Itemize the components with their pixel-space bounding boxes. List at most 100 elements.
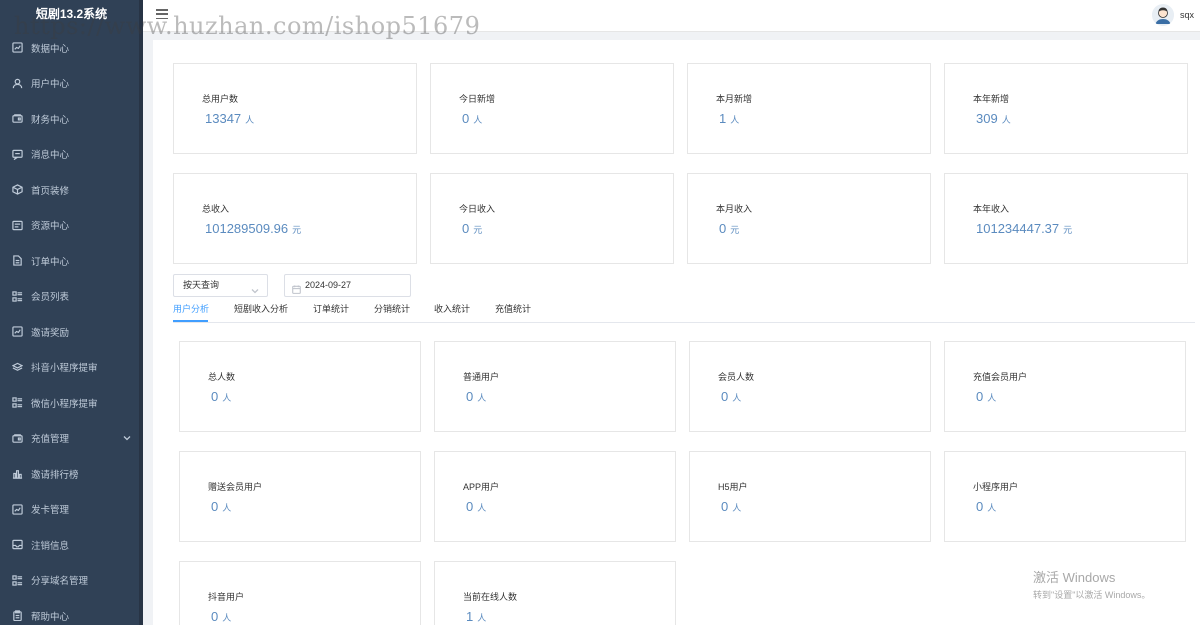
stat-label: 总人数 — [208, 372, 236, 382]
stat-card-total-income: 总收入 101289509.96 元 — [173, 173, 417, 264]
sidebar-item-share-domain[interactable]: 分享域名管理 — [0, 563, 143, 599]
list-icon — [12, 291, 23, 302]
stat-value: 0人 — [721, 389, 742, 404]
stat-card-app-users: APP用户 0人 — [434, 451, 676, 542]
sidebar-item-label: 首页装修 — [31, 185, 70, 197]
chart-icon — [12, 326, 23, 337]
sidebar-item-messages[interactable]: 消息中心 — [0, 137, 143, 173]
watermark: https://www.huzhan.com/ishop51679 — [14, 12, 481, 40]
stat-card-h5-users: H5用户 0人 — [689, 451, 931, 542]
sidebar-item-recharge[interactable]: 充值管理 — [0, 421, 143, 457]
stat-label: 会员人数 — [718, 372, 755, 382]
sidebar-item-label: 分享域名管理 — [31, 576, 89, 588]
stat-label: 总收入 — [202, 204, 230, 214]
stat-label: H5用户 — [718, 482, 748, 492]
sidebar-item-label: 注销信息 — [31, 540, 70, 552]
list-icon — [12, 575, 23, 586]
bar-chart-icon — [12, 468, 23, 479]
tab-user-analysis[interactable]: 用户分析 — [173, 302, 209, 322]
sidebar-item-label: 订单中心 — [31, 256, 70, 268]
sidebar-item-user-center[interactable]: 用户中心 — [0, 66, 143, 102]
stat-label: 当前在线人数 — [463, 592, 518, 602]
stat-label: 普通用户 — [463, 372, 500, 382]
stat-value: 101289509.96 元 — [205, 221, 302, 236]
wallet-icon — [12, 113, 23, 124]
stat-label: 本月收入 — [716, 204, 753, 214]
date-value: 2024-09-27 — [305, 280, 352, 290]
stat-card-total-users: 总用户数 13347 人 — [173, 63, 417, 154]
inbox-icon — [12, 539, 23, 550]
sidebar-item-label: 抖音小程序提审 — [31, 363, 98, 375]
stat-card-douyin-users: 抖音用户 0人 — [179, 561, 421, 625]
stat-value: 0人 — [976, 499, 997, 514]
stat-label: 本年新增 — [973, 94, 1010, 104]
tab-recharge-stats[interactable]: 充值统计 — [495, 302, 531, 322]
date-picker[interactable]: 2024-09-27 — [284, 274, 411, 297]
query-type-value: 按天查询 — [183, 280, 220, 290]
stat-label: APP用户 — [463, 482, 500, 492]
stat-card-year-new: 本年新增 309 人 — [944, 63, 1188, 154]
stat-value: 0人 — [462, 111, 483, 126]
stat-label: 本月新增 — [716, 94, 753, 104]
tab-order-stats[interactable]: 订单统计 — [313, 302, 349, 322]
stat-value: 0元 — [462, 221, 483, 236]
stat-card-gift-members: 赠送会员用户 0人 — [179, 451, 421, 542]
sidebar-item-label: 用户中心 — [31, 79, 70, 91]
sidebar-item-cancellation[interactable]: 注销信息 — [0, 527, 143, 563]
sidebar-item-resources[interactable]: 资源中心 — [0, 208, 143, 244]
stat-card-total-people: 总人数 0人 — [179, 341, 421, 432]
sidebar-item-invite-rewards[interactable]: 邀请奖励 — [0, 314, 143, 350]
stat-value: 0人 — [211, 609, 232, 624]
stat-card-members: 会员人数 0人 — [689, 341, 931, 432]
sidebar-item-wechat-review[interactable]: 微信小程序提审 — [0, 385, 143, 421]
sidebar-item-label: 财务中心 — [31, 114, 70, 126]
stat-label: 今日收入 — [459, 204, 496, 214]
box-icon — [12, 184, 23, 195]
query-type-select[interactable]: 按天查询 — [173, 274, 268, 297]
sidebar-item-invite-ranking[interactable]: 邀请排行榜 — [0, 456, 143, 492]
stat-value: 13347 人 — [205, 111, 255, 126]
stat-label: 充值会员用户 — [973, 372, 1028, 382]
sidebar-item-home-decor[interactable]: 首页装修 — [0, 172, 143, 208]
user-menu[interactable]: sqx — [1151, 4, 1194, 26]
stat-value: 101234447.37 元 — [976, 221, 1073, 236]
sidebar-item-label: 发卡管理 — [31, 505, 70, 517]
stat-label: 总用户数 — [202, 94, 239, 104]
username: sqx — [1179, 10, 1194, 20]
activation-subtitle: 转到"设置"以激活 Windows。 — [1033, 590, 1151, 600]
tab-income-stats[interactable]: 收入统计 — [434, 302, 470, 322]
sidebar-item-label: 会员列表 — [31, 292, 70, 304]
stat-label: 抖音用户 — [208, 592, 245, 602]
sidebar-item-orders[interactable]: 订单中心 — [0, 243, 143, 279]
tab-distribution-stats[interactable]: 分销统计 — [374, 302, 410, 322]
stat-card-year-income: 本年收入 101234447.37 元 — [944, 173, 1188, 264]
avatar — [1151, 4, 1174, 26]
sidebar-scrollbar[interactable] — [139, 0, 143, 625]
tab-drama-income[interactable]: 短剧收入分析 — [234, 302, 288, 322]
sidebar-item-label: 邀请奖励 — [31, 327, 70, 339]
sidebar-item-card-issue[interactable]: 发卡管理 — [0, 492, 143, 528]
stat-value: 1人 — [466, 609, 487, 624]
calendar-icon — [292, 281, 301, 294]
chart-icon — [12, 42, 23, 53]
activation-title: 激活 Windows — [1033, 570, 1116, 585]
sidebar-item-finance[interactable]: 财务中心 — [0, 101, 143, 137]
message-icon — [12, 149, 23, 160]
sidebar-item-label: 帮助中心 — [31, 611, 70, 623]
sidebar-item-members[interactable]: 会员列表 — [0, 279, 143, 315]
resource-icon — [12, 220, 23, 231]
stat-label: 本年收入 — [973, 204, 1010, 214]
clipboard-icon — [12, 610, 23, 622]
chevron-down-icon — [251, 282, 259, 294]
stat-card-online-users: 当前在线人数 1人 — [434, 561, 676, 625]
stat-value: 0人 — [466, 499, 487, 514]
stat-card-month-income: 本月收入 0元 — [687, 173, 931, 264]
sidebar-item-help[interactable]: 帮助中心 — [0, 598, 143, 625]
stat-label: 赠送会员用户 — [208, 482, 263, 492]
list-icon — [12, 397, 23, 408]
sidebar-item-label: 资源中心 — [31, 221, 70, 233]
stat-card-today-income: 今日收入 0元 — [430, 173, 674, 264]
sidebar-item-douyin-review[interactable]: 抖音小程序提审 — [0, 350, 143, 386]
stat-card-normal-users: 普通用户 0人 — [434, 341, 676, 432]
stat-value: 0人 — [211, 499, 232, 514]
